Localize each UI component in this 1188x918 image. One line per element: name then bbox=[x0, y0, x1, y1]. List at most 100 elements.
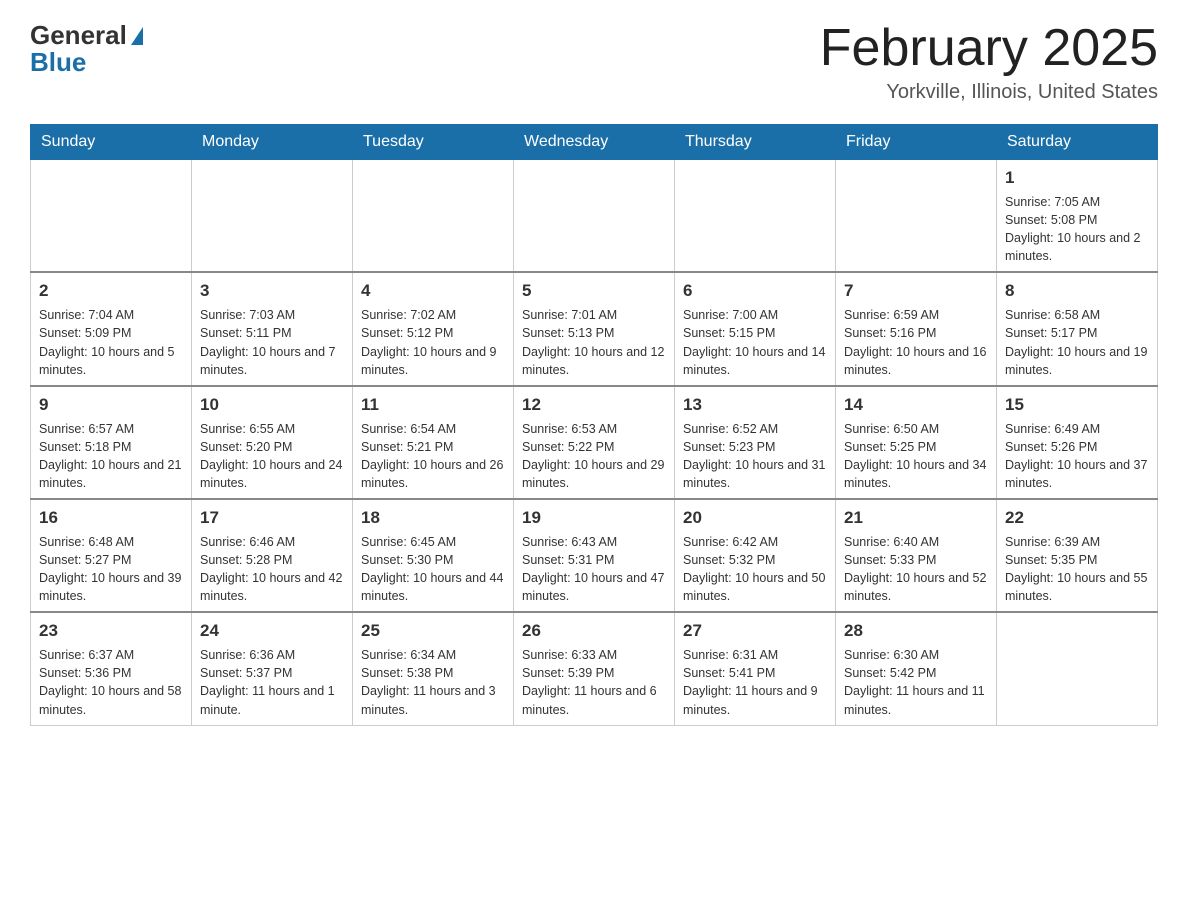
calendar-cell: 25 Sunrise: 6:34 AMSunset: 5:38 PMDayligh… bbox=[353, 612, 514, 725]
day-number: 23 bbox=[39, 619, 183, 643]
day-number: 19 bbox=[522, 506, 666, 530]
day-number: 16 bbox=[39, 506, 183, 530]
day-number: 8 bbox=[1005, 279, 1149, 303]
day-number: 7 bbox=[844, 279, 988, 303]
day-info: Sunrise: 7:04 AMSunset: 5:09 PMDaylight:… bbox=[39, 306, 183, 379]
calendar-cell: 3 Sunrise: 7:03 AMSunset: 5:11 PMDaylight… bbox=[192, 272, 353, 385]
day-number: 1 bbox=[1005, 166, 1149, 190]
weekday-header-thursday: Thursday bbox=[675, 125, 836, 160]
calendar-cell: 15Sunrise: 6:49 AMSunset: 5:26 PMDayligh… bbox=[997, 386, 1158, 499]
calendar-cell bbox=[31, 160, 192, 273]
day-info: Sunrise: 6:40 AMSunset: 5:33 PMDaylight:… bbox=[844, 533, 988, 606]
calendar-cell: 21Sunrise: 6:40 AMSunset: 5:33 PMDayligh… bbox=[836, 499, 997, 612]
month-title: February 2025 bbox=[820, 20, 1158, 77]
day-info: Sunrise: 6:31 AMSunset: 5:41 PMDaylight:… bbox=[683, 646, 827, 719]
calendar-cell: 16 Sunrise: 6:48 AMSunset: 5:27 PMDayligh… bbox=[31, 499, 192, 612]
day-info: Sunrise: 7:00 AMSunset: 5:15 PMDaylight:… bbox=[683, 306, 827, 379]
day-number: 18 bbox=[361, 506, 505, 530]
calendar-cell bbox=[514, 160, 675, 273]
calendar-cell: 6 Sunrise: 7:00 AMSunset: 5:15 PMDaylight… bbox=[675, 272, 836, 385]
day-number: 10 bbox=[200, 393, 344, 417]
calendar-cell: 13Sunrise: 6:52 AMSunset: 5:23 PMDayligh… bbox=[675, 386, 836, 499]
day-info: Sunrise: 7:03 AMSunset: 5:11 PMDaylight:… bbox=[200, 306, 344, 379]
day-info: Sunrise: 7:05 AMSunset: 5:08 PMDaylight:… bbox=[1005, 193, 1149, 266]
weekday-header-monday: Monday bbox=[192, 125, 353, 160]
day-info: Sunrise: 6:55 AMSunset: 5:20 PMDaylight:… bbox=[200, 420, 344, 493]
day-number: 22 bbox=[1005, 506, 1149, 530]
calendar-cell bbox=[353, 160, 514, 273]
calendar-cell bbox=[997, 612, 1158, 725]
page-header: General Blue February 2025 Yorkville, Il… bbox=[30, 20, 1158, 104]
calendar-cell: 2Sunrise: 7:04 AMSunset: 5:09 PMDaylight… bbox=[31, 272, 192, 385]
logo-blue-text: Blue bbox=[30, 47, 86, 78]
day-number: 5 bbox=[522, 279, 666, 303]
calendar-cell bbox=[836, 160, 997, 273]
day-info: Sunrise: 6:46 AMSunset: 5:28 PMDaylight:… bbox=[200, 533, 344, 606]
calendar-cell: 24 Sunrise: 6:36 AMSunset: 5:37 PMDayligh… bbox=[192, 612, 353, 725]
weekday-header-row: SundayMondayTuesdayWednesdayThursdayFrid… bbox=[31, 125, 1158, 160]
calendar-cell: 4 Sunrise: 7:02 AMSunset: 5:12 PMDaylight… bbox=[353, 272, 514, 385]
calendar-cell: 18 Sunrise: 6:45 AMSunset: 5:30 PMDayligh… bbox=[353, 499, 514, 612]
logo: General Blue bbox=[30, 20, 143, 78]
calendar-cell bbox=[675, 160, 836, 273]
calendar-cell: 14 Sunrise: 6:50 AMSunset: 5:25 PMDayligh… bbox=[836, 386, 997, 499]
weekday-header-saturday: Saturday bbox=[997, 125, 1158, 160]
day-number: 25 bbox=[361, 619, 505, 643]
calendar-cell: 23 Sunrise: 6:37 AMSunset: 5:36 PMDayligh… bbox=[31, 612, 192, 725]
calendar-cell: 8 Sunrise: 6:58 AMSunset: 5:17 PMDaylight… bbox=[997, 272, 1158, 385]
day-number: 12 bbox=[522, 393, 666, 417]
day-info: Sunrise: 6:30 AMSunset: 5:42 PMDaylight:… bbox=[844, 646, 988, 719]
day-info: Sunrise: 6:50 AMSunset: 5:25 PMDaylight:… bbox=[844, 420, 988, 493]
calendar-cell: 19 Sunrise: 6:43 AMSunset: 5:31 PMDayligh… bbox=[514, 499, 675, 612]
day-number: 28 bbox=[844, 619, 988, 643]
day-info: Sunrise: 6:52 AMSunset: 5:23 PMDaylight:… bbox=[683, 420, 827, 493]
weekday-header-sunday: Sunday bbox=[31, 125, 192, 160]
weekday-header-wednesday: Wednesday bbox=[514, 125, 675, 160]
day-info: Sunrise: 6:59 AMSunset: 5:16 PMDaylight:… bbox=[844, 306, 988, 379]
day-number: 4 bbox=[361, 279, 505, 303]
day-info: Sunrise: 6:54 AMSunset: 5:21 PMDaylight:… bbox=[361, 420, 505, 493]
calendar-week-row: 1 Sunrise: 7:05 AMSunset: 5:08 PMDaylight… bbox=[31, 160, 1158, 273]
calendar-cell: 17 Sunrise: 6:46 AMSunset: 5:28 PMDayligh… bbox=[192, 499, 353, 612]
calendar-cell: 9 Sunrise: 6:57 AMSunset: 5:18 PMDaylight… bbox=[31, 386, 192, 499]
day-number: 3 bbox=[200, 279, 344, 303]
day-number: 17 bbox=[200, 506, 344, 530]
calendar-table: SundayMondayTuesdayWednesdayThursdayFrid… bbox=[30, 124, 1158, 725]
calendar-cell: 20Sunrise: 6:42 AMSunset: 5:32 PMDayligh… bbox=[675, 499, 836, 612]
calendar-cell: 11 Sunrise: 6:54 AMSunset: 5:21 PMDayligh… bbox=[353, 386, 514, 499]
day-info: Sunrise: 6:33 AMSunset: 5:39 PMDaylight:… bbox=[522, 646, 666, 719]
day-info: Sunrise: 6:49 AMSunset: 5:26 PMDaylight:… bbox=[1005, 420, 1149, 493]
logo-triangle-icon bbox=[131, 27, 143, 45]
day-info: Sunrise: 6:48 AMSunset: 5:27 PMDaylight:… bbox=[39, 533, 183, 606]
day-info: Sunrise: 6:58 AMSunset: 5:17 PMDaylight:… bbox=[1005, 306, 1149, 379]
day-info: Sunrise: 6:39 AMSunset: 5:35 PMDaylight:… bbox=[1005, 533, 1149, 606]
day-info: Sunrise: 6:36 AMSunset: 5:37 PMDaylight:… bbox=[200, 646, 344, 719]
location-subtitle: Yorkville, Illinois, United States bbox=[820, 81, 1158, 104]
day-info: Sunrise: 6:53 AMSunset: 5:22 PMDaylight:… bbox=[522, 420, 666, 493]
calendar-cell: 28 Sunrise: 6:30 AMSunset: 5:42 PMDayligh… bbox=[836, 612, 997, 725]
day-number: 24 bbox=[200, 619, 344, 643]
day-number: 14 bbox=[844, 393, 988, 417]
day-info: Sunrise: 7:02 AMSunset: 5:12 PMDaylight:… bbox=[361, 306, 505, 379]
day-info: Sunrise: 6:34 AMSunset: 5:38 PMDaylight:… bbox=[361, 646, 505, 719]
calendar-cell: 1 Sunrise: 7:05 AMSunset: 5:08 PMDaylight… bbox=[997, 160, 1158, 273]
calendar-week-row: 16 Sunrise: 6:48 AMSunset: 5:27 PMDayligh… bbox=[31, 499, 1158, 612]
day-number: 11 bbox=[361, 393, 505, 417]
day-info: Sunrise: 6:57 AMSunset: 5:18 PMDaylight:… bbox=[39, 420, 183, 493]
calendar-week-row: 23 Sunrise: 6:37 AMSunset: 5:36 PMDayligh… bbox=[31, 612, 1158, 725]
day-number: 20 bbox=[683, 506, 827, 530]
calendar-cell: 7 Sunrise: 6:59 AMSunset: 5:16 PMDaylight… bbox=[836, 272, 997, 385]
calendar-cell: 22 Sunrise: 6:39 AMSunset: 5:35 PMDayligh… bbox=[997, 499, 1158, 612]
weekday-header-tuesday: Tuesday bbox=[353, 125, 514, 160]
day-number: 9 bbox=[39, 393, 183, 417]
calendar-week-row: 2Sunrise: 7:04 AMSunset: 5:09 PMDaylight… bbox=[31, 272, 1158, 385]
calendar-cell: 10 Sunrise: 6:55 AMSunset: 5:20 PMDayligh… bbox=[192, 386, 353, 499]
calendar-cell bbox=[192, 160, 353, 273]
day-info: Sunrise: 6:45 AMSunset: 5:30 PMDaylight:… bbox=[361, 533, 505, 606]
calendar-cell: 26Sunrise: 6:33 AMSunset: 5:39 PMDayligh… bbox=[514, 612, 675, 725]
day-info: Sunrise: 6:37 AMSunset: 5:36 PMDaylight:… bbox=[39, 646, 183, 719]
day-number: 6 bbox=[683, 279, 827, 303]
weekday-header-friday: Friday bbox=[836, 125, 997, 160]
calendar-week-row: 9 Sunrise: 6:57 AMSunset: 5:18 PMDaylight… bbox=[31, 386, 1158, 499]
day-info: Sunrise: 6:43 AMSunset: 5:31 PMDaylight:… bbox=[522, 533, 666, 606]
